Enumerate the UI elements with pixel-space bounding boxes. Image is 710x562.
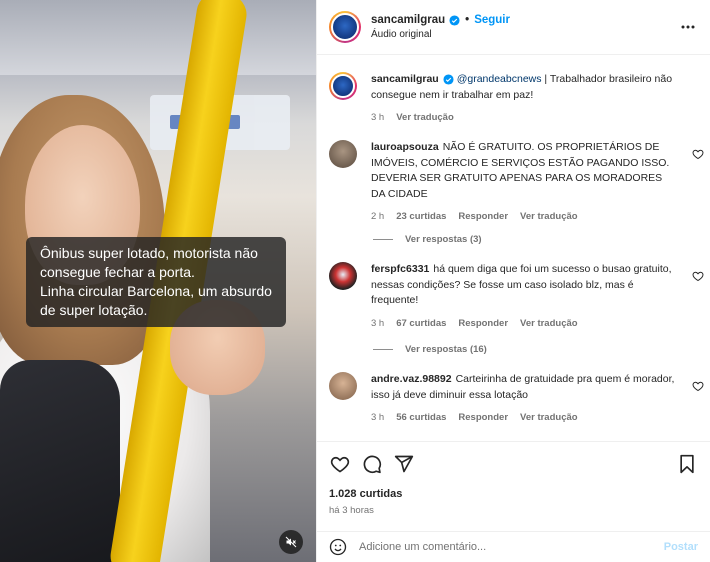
heart-icon[interactable] — [692, 380, 704, 392]
likes-count[interactable]: 1.028 curtidas — [329, 488, 698, 500]
comments-list[interactable]: sancamilgrau @grandeabcnews | Trabalhador… — [317, 56, 710, 441]
translate-link[interactable]: Ver tradução — [520, 316, 578, 332]
add-comment-bar: Postar — [317, 531, 710, 562]
caption-line: Linha circular Barcelona, um absurdo — [40, 283, 272, 299]
view-replies-button[interactable]: Ver respostas (16) — [373, 344, 487, 355]
translate-link[interactable]: Ver tradução — [520, 209, 578, 225]
commenter-username[interactable]: andre.vaz.98892 — [371, 373, 452, 385]
view-replies-button[interactable]: Ver respostas (3) — [373, 234, 482, 245]
comment-time[interactable]: 3 h — [371, 316, 384, 332]
post-comment-button[interactable]: Postar — [664, 541, 698, 553]
post-actions: 1.028 curtidas há 3 horas — [317, 441, 710, 516]
commenter-avatar[interactable] — [329, 372, 357, 400]
separator-dot: • — [465, 14, 470, 26]
post-header: sancamilgrau • Seguir Áudio original — [317, 0, 710, 55]
speaker-muted-icon — [285, 536, 297, 548]
comment-likes[interactable]: 67 curtidas — [396, 316, 446, 332]
caption-line: de super lotação. — [40, 302, 148, 318]
audio-label[interactable]: Áudio original — [371, 29, 680, 40]
author-avatar[interactable] — [329, 11, 361, 43]
like-heart-icon[interactable] — [329, 453, 351, 475]
follow-button[interactable]: Seguir — [474, 14, 510, 26]
comment-icon[interactable] — [361, 453, 383, 475]
bookmark-icon[interactable] — [676, 453, 698, 475]
reply-button[interactable]: Responder — [458, 209, 508, 225]
comment-item: ferspfc6331 há quem diga que foi um suces… — [317, 262, 710, 331]
post-side-panel: sancamilgrau • Seguir Áudio original san… — [316, 0, 710, 562]
reply-button[interactable]: Responder — [458, 316, 508, 332]
author-username[interactable]: sancamilgrau — [371, 14, 445, 26]
verified-badge-icon — [443, 74, 454, 85]
verified-badge-icon — [449, 14, 460, 26]
comment-time[interactable]: 2 h — [371, 209, 384, 225]
caption-line: consegue fechar a porta. — [40, 264, 195, 280]
caption-time[interactable]: 3 h — [371, 110, 384, 126]
mute-button[interactable] — [279, 530, 303, 554]
passenger-bag — [0, 360, 120, 562]
comment-time[interactable]: 3 h — [371, 410, 384, 426]
emoji-icon[interactable] — [329, 538, 347, 556]
view-replies-label: Ver respostas (3) — [405, 234, 482, 245]
caption-username[interactable]: sancamilgrau — [371, 73, 439, 85]
commenter-avatar[interactable] — [329, 262, 357, 290]
more-options-icon[interactable] — [680, 19, 696, 35]
post-caption: sancamilgrau @grandeabcnews | Trabalhador… — [317, 72, 710, 126]
caption-line: Ônibus super lotado, motorista não — [40, 245, 258, 261]
comment-likes[interactable]: 56 curtidas — [396, 410, 446, 426]
bus-ceiling — [0, 0, 316, 75]
heart-icon[interactable] — [692, 148, 704, 160]
mention-link[interactable]: @grandeabcnews — [457, 73, 542, 85]
comment-input[interactable] — [359, 541, 664, 553]
heart-icon[interactable] — [692, 270, 704, 282]
post-time[interactable]: há 3 horas — [329, 505, 698, 516]
reply-button[interactable]: Responder — [458, 410, 508, 426]
commenter-avatar[interactable] — [329, 140, 357, 168]
view-replies-label: Ver respostas (16) — [405, 344, 487, 355]
comment-item: andre.vaz.98892 Carteirinha de gratuidade… — [317, 372, 710, 426]
video-caption: Ônibus super lotado, motorista não conse… — [26, 237, 286, 327]
commenter-username[interactable]: ferspfc6331 — [371, 263, 429, 275]
comment-likes[interactable]: 23 curtidas — [396, 209, 446, 225]
commenter-username[interactable]: lauroapsouza — [371, 141, 439, 153]
comment-item: lauroapsouza NÃO É GRATUITO. OS PROPRIETÁ… — [317, 140, 710, 225]
author-avatar[interactable] — [329, 72, 357, 100]
translate-link[interactable]: Ver tradução — [520, 410, 578, 426]
share-icon[interactable] — [393, 453, 415, 475]
video-player[interactable]: Ônibus super lotado, motorista não conse… — [0, 0, 316, 562]
translate-link[interactable]: Ver tradução — [396, 110, 454, 126]
